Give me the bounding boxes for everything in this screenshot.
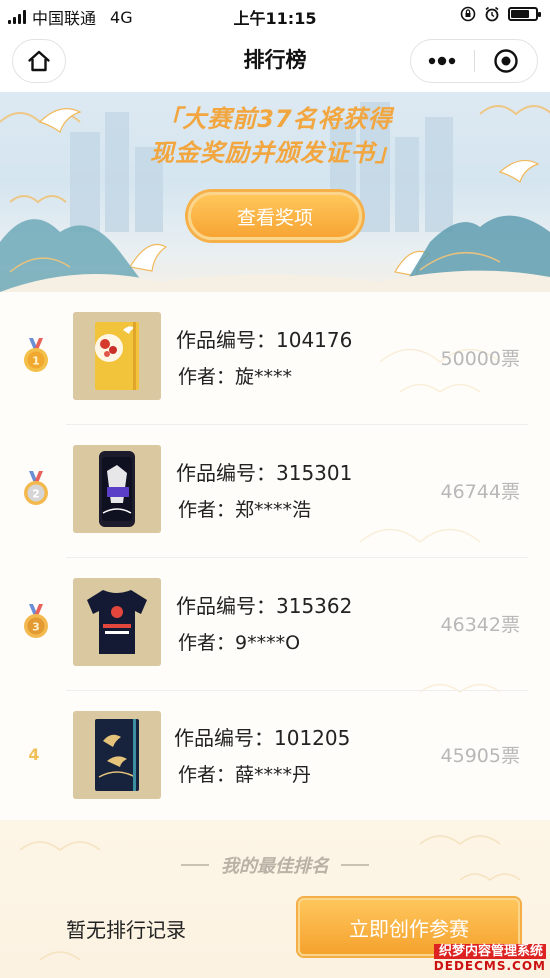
no-record-text: 暂无排行记录 <box>66 918 186 942</box>
watermark-line-1: 织梦内容管理系统 <box>433 944 546 959</box>
alarm-icon <box>485 6 499 22</box>
work-id: 作品编号：315301 <box>176 461 353 485</box>
status-right <box>460 6 541 22</box>
author-name: 作者：郑****浩 <box>178 499 312 521</box>
vote-count: 50000票 <box>440 348 520 370</box>
list-item[interactable]: 2 作品编号：315301 作者：郑****浩 46744票 <box>0 425 550 558</box>
banner-line-2: 现金奖励并颁发证书」 <box>150 139 400 167</box>
award-banner: 「大赛前37名将获得 现金奖励并颁发证书」 查看奖项 <box>0 92 550 292</box>
svg-text:3: 3 <box>32 621 40 634</box>
my-best-rank-title: 我的最佳排名 <box>221 856 329 877</box>
mini-program-capsule <box>410 39 538 83</box>
work-thumbnail[interactable] <box>73 711 161 799</box>
work-thumbnail[interactable] <box>73 578 161 666</box>
author-name: 作者：旋**** <box>178 366 293 388</box>
author-name: 作者：9****O <box>178 632 301 654</box>
work-id: 作品编号：315362 <box>176 594 353 618</box>
my-best-rank-heading: 我的最佳排名 <box>0 852 550 878</box>
vote-count: 46342票 <box>440 614 520 636</box>
work-id: 作品编号：101205 <box>174 726 351 750</box>
battery-icon <box>508 7 541 21</box>
work-thumbnail[interactable] <box>73 445 161 533</box>
author-name: 作者：薛****丹 <box>178 764 312 786</box>
heading-line-left <box>181 864 209 866</box>
more-dots-icon <box>429 56 456 66</box>
view-awards-button[interactable]: 查看奖项 <box>188 192 362 240</box>
ranking-list: 1 作品编号：104176 作者：旋**** 50000票 2 作品编号：315… <box>0 292 550 820</box>
svg-text:1: 1 <box>32 355 40 368</box>
bronze-medal-icon: 3 <box>24 604 48 638</box>
list-item[interactable]: 3 作品编号：315362 作者：9****O 46342票 <box>0 558 550 691</box>
banner-headline: 「大赛前37名将获得 现金奖励并颁发证书」 <box>0 102 550 170</box>
banner-line-1: 「大赛前37名将获得 <box>157 105 393 133</box>
watermark: 织梦内容管理系统 DEDECMS.COM <box>433 944 546 974</box>
close-mini-program-button[interactable] <box>475 40 538 82</box>
work-thumbnail[interactable] <box>73 312 161 400</box>
status-bar: 中国联通 4G 上午11:15 <box>0 0 550 30</box>
vote-count: 45905票 <box>440 745 520 767</box>
target-close-icon <box>494 49 518 73</box>
watermark-line-2: DEDECMS.COM <box>433 959 546 973</box>
silver-medal-icon: 2 <box>24 471 48 505</box>
more-button[interactable] <box>411 40 474 82</box>
list-item[interactable]: 4 作品编号：101205 作者：薛****丹 45905票 <box>0 691 550 824</box>
orientation-lock-icon <box>460 6 476 22</box>
gold-medal-icon: 1 <box>24 338 48 372</box>
vote-count: 46744票 <box>440 481 520 503</box>
work-id: 作品编号：104176 <box>176 328 353 352</box>
svg-text:2: 2 <box>32 488 40 501</box>
nav-bar: 排行榜 <box>0 30 550 92</box>
heading-line-right <box>341 864 369 866</box>
my-rank-panel: 我的最佳排名 暂无排行记录 立即创作参赛 织梦内容管理系统 DEDECMS.CO… <box>0 820 550 978</box>
list-item[interactable]: 1 作品编号：104176 作者：旋**** 50000票 <box>0 292 550 425</box>
rank-number: 4 <box>28 745 40 764</box>
